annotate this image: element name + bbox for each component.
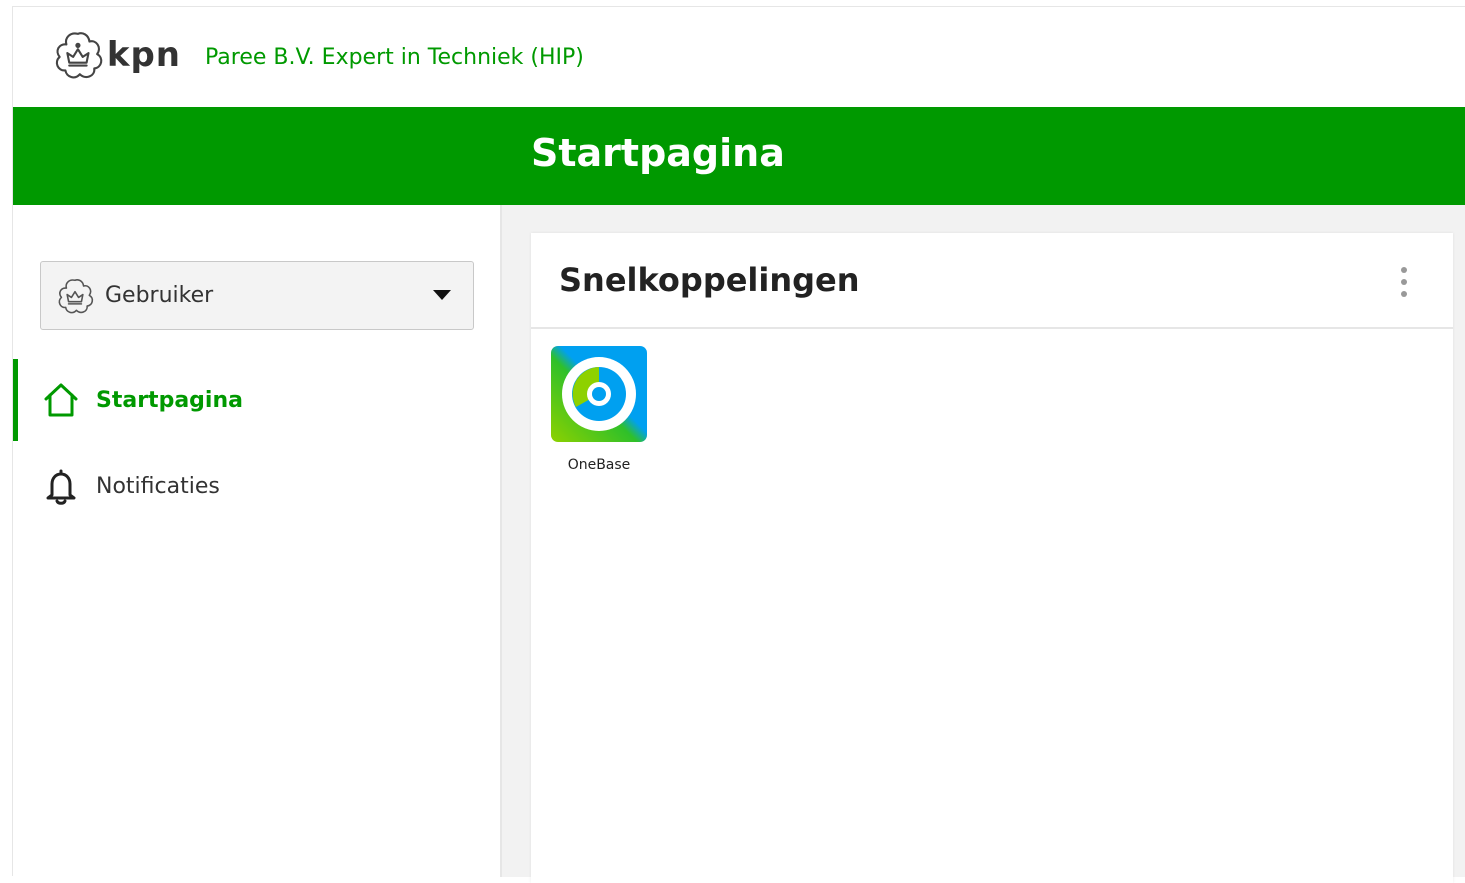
shortcut-label: OneBase: [567, 457, 631, 473]
kpn-crown-icon: [58, 278, 94, 313]
kpn-crown-icon: [55, 32, 103, 79]
kpn-logo[interactable]: kpn: [51, 25, 181, 85]
kebab-dot: [1401, 267, 1407, 273]
bell-icon: [46, 469, 76, 505]
sidebar: Gebruiker Startpagina Notificaties: [13, 205, 502, 877]
sidebar-item-notificaties[interactable]: Notificaties: [13, 445, 500, 527]
card-title: Snelkoppelingen: [559, 261, 860, 299]
sidebar-item-startpagina[interactable]: Startpagina: [13, 359, 500, 441]
main-content: Snelkoppelingen OneBase: [502, 205, 1465, 883]
home-icon: [44, 383, 78, 417]
shortcut-onebase[interactable]: OneBase: [549, 345, 649, 485]
user-dropdown[interactable]: Gebruiker: [40, 261, 474, 330]
caret-down-icon: [433, 290, 451, 300]
sidebar-item-label: Notificaties: [96, 473, 220, 499]
kebab-dot: [1401, 279, 1407, 285]
kebab-dot: [1401, 291, 1407, 297]
title-bar: Startpagina: [13, 107, 1465, 205]
app-frame: kpn Paree B.V. Expert in Techniek (HIP) …: [12, 6, 1465, 883]
company-name: Paree B.V. Expert in Techniek (HIP): [205, 45, 584, 70]
shortcuts-card: Snelkoppelingen OneBase: [531, 233, 1453, 883]
kebab-menu-icon[interactable]: [1397, 267, 1411, 297]
user-dropdown-label: Gebruiker: [105, 283, 214, 308]
top-header: kpn Paree B.V. Expert in Techniek (HIP): [13, 7, 1465, 107]
sidebar-item-label: Startpagina: [96, 387, 243, 413]
onebase-app-icon: [551, 346, 647, 442]
logo-wordmark: kpn: [106, 35, 181, 75]
page-title: Startpagina: [531, 131, 785, 175]
card-header: Snelkoppelingen: [531, 233, 1453, 329]
